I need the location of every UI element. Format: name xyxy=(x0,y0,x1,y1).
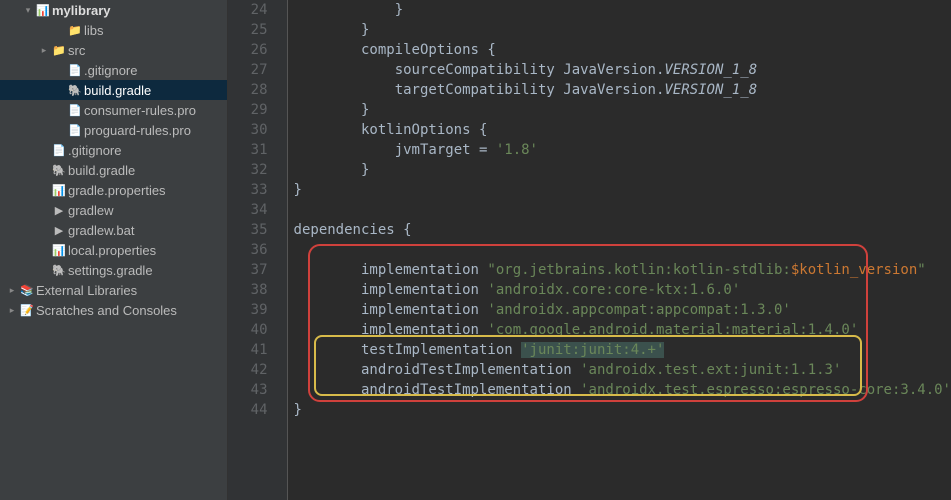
code-line[interactable] xyxy=(294,200,951,220)
tree-file-gitignore[interactable]: 📄 .gitignore xyxy=(0,60,227,80)
code-line[interactable] xyxy=(294,240,951,260)
line-number: 26 xyxy=(228,40,268,60)
tree-label: Scratches and Consoles xyxy=(36,303,227,318)
line-number: 30 xyxy=(228,120,268,140)
folder-icon: 📁 xyxy=(66,24,84,37)
tree-file-buildgradle-root[interactable]: 🐘 build.gradle xyxy=(0,160,227,180)
chevron-right-icon: ▸ xyxy=(38,45,50,56)
code-line[interactable]: kotlinOptions { xyxy=(294,120,951,140)
code-line[interactable]: androidTestImplementation 'androidx.test… xyxy=(294,380,951,400)
tree-label: proguard-rules.pro xyxy=(84,123,227,138)
scratches-icon: 📝 xyxy=(18,304,36,317)
chevron-right-icon: ▸ xyxy=(6,305,18,316)
chevron-down-icon: ▾ xyxy=(22,5,34,16)
props-icon: 📊 xyxy=(50,244,68,257)
code-line[interactable]: testImplementation 'junit:junit:4.+' xyxy=(294,340,951,360)
line-number: 31 xyxy=(228,140,268,160)
tree-label: libs xyxy=(84,23,227,38)
code-line[interactable]: } xyxy=(294,160,951,180)
line-number: 34 xyxy=(228,200,268,220)
line-number: 42 xyxy=(228,360,268,380)
line-number: 38 xyxy=(228,280,268,300)
tree-scratches[interactable]: ▸ 📝 Scratches and Consoles xyxy=(0,300,227,320)
tree-label: .gitignore xyxy=(68,143,227,158)
line-number: 40 xyxy=(228,320,268,340)
code-line[interactable]: sourceCompatibility JavaVersion.VERSION_… xyxy=(294,60,951,80)
file-icon: 📄 xyxy=(50,144,68,157)
tree-folder-libs[interactable]: 📁 libs xyxy=(0,20,227,40)
script-icon: ▶ xyxy=(50,204,68,217)
project-tree[interactable]: ▾ 📊 mylibrary 📁 libs ▸ 📁 src 📄 .gitignor… xyxy=(0,0,228,500)
fold-gutter xyxy=(276,0,288,500)
tree-external-libraries[interactable]: ▸ 📚 External Libraries xyxy=(0,280,227,300)
line-number: 28 xyxy=(228,80,268,100)
code-line[interactable]: } xyxy=(294,400,951,420)
tree-label: local.properties xyxy=(68,243,227,258)
tree-file-buildgradle[interactable]: 🐘 build.gradle xyxy=(0,80,227,100)
tree-file-gitignore-root[interactable]: 📄 .gitignore xyxy=(0,140,227,160)
line-number: 36 xyxy=(228,240,268,260)
line-number: 39 xyxy=(228,300,268,320)
code-line[interactable]: dependencies { xyxy=(294,220,951,240)
line-number: 24 xyxy=(228,0,268,20)
tree-folder-mylibrary[interactable]: ▾ 📊 mylibrary xyxy=(0,0,227,20)
tree-label: External Libraries xyxy=(36,283,227,298)
code-line[interactable]: jvmTarget = '1.8' xyxy=(294,140,951,160)
line-number: 29 xyxy=(228,100,268,120)
tree-label: .gitignore xyxy=(84,63,227,78)
code-line[interactable]: implementation 'androidx.appcompat:appco… xyxy=(294,300,951,320)
code-line[interactable]: } xyxy=(294,100,951,120)
code-line[interactable]: } xyxy=(294,0,951,20)
line-gutter: 2425262728293031323334353637383940414243… xyxy=(228,0,276,500)
code-area[interactable]: } } compileOptions { sourceCompatibility… xyxy=(288,0,951,500)
line-number: 43 xyxy=(228,380,268,400)
tree-file-localproperties[interactable]: 📊 local.properties xyxy=(0,240,227,260)
line-number: 35 xyxy=(228,220,268,240)
chevron-right-icon: ▸ xyxy=(6,285,18,296)
code-line[interactable]: } xyxy=(294,20,951,40)
tree-file-settingsgradle[interactable]: 🐘 settings.gradle xyxy=(0,260,227,280)
gradle-icon: 🐘 xyxy=(50,164,68,177)
line-number: 32 xyxy=(228,160,268,180)
line-number: 25 xyxy=(228,20,268,40)
script-icon: ▶ xyxy=(50,224,68,237)
gradle-icon: 🐘 xyxy=(66,84,84,97)
line-number: 27 xyxy=(228,60,268,80)
code-line[interactable]: androidTestImplementation 'androidx.test… xyxy=(294,360,951,380)
tree-label: build.gradle xyxy=(84,83,227,98)
tree-label: src xyxy=(68,43,227,58)
library-icon: 📚 xyxy=(18,284,36,297)
tree-file-gradleproperties[interactable]: 📊 gradle.properties xyxy=(0,180,227,200)
tree-label: settings.gradle xyxy=(68,263,227,278)
code-line[interactable]: implementation "org.jetbrains.kotlin:kot… xyxy=(294,260,951,280)
gradle-icon: 🐘 xyxy=(50,264,68,277)
file-icon: 📄 xyxy=(66,124,84,137)
tree-file-consumer-rules[interactable]: 📄 consumer-rules.pro xyxy=(0,100,227,120)
tree-file-gradlewbat[interactable]: ▶ gradlew.bat xyxy=(0,220,227,240)
line-number: 33 xyxy=(228,180,268,200)
code-line[interactable]: } xyxy=(294,180,951,200)
tree-file-gradlew[interactable]: ▶ gradlew xyxy=(0,200,227,220)
tree-label: mylibrary xyxy=(52,3,227,18)
module-icon: 📊 xyxy=(34,4,52,17)
code-line[interactable]: compileOptions { xyxy=(294,40,951,60)
tree-label: build.gradle xyxy=(68,163,227,178)
file-icon: 📄 xyxy=(66,64,84,77)
line-number: 44 xyxy=(228,400,268,420)
code-line[interactable]: implementation 'androidx.core:core-ktx:1… xyxy=(294,280,951,300)
props-icon: 📊 xyxy=(50,184,68,197)
tree-label: consumer-rules.pro xyxy=(84,103,227,118)
tree-label: gradle.properties xyxy=(68,183,227,198)
folder-icon: 📁 xyxy=(50,44,68,57)
tree-label: gradlew xyxy=(68,203,227,218)
tree-file-proguard-rules[interactable]: 📄 proguard-rules.pro xyxy=(0,120,227,140)
file-icon: 📄 xyxy=(66,104,84,117)
code-editor[interactable]: 2425262728293031323334353637383940414243… xyxy=(228,0,951,500)
code-line[interactable]: targetCompatibility JavaVersion.VERSION_… xyxy=(294,80,951,100)
line-number: 37 xyxy=(228,260,268,280)
code-line[interactable]: implementation 'com.google.android.mater… xyxy=(294,320,951,340)
tree-label: gradlew.bat xyxy=(68,223,227,238)
tree-folder-src[interactable]: ▸ 📁 src xyxy=(0,40,227,60)
line-number: 41 xyxy=(228,340,268,360)
